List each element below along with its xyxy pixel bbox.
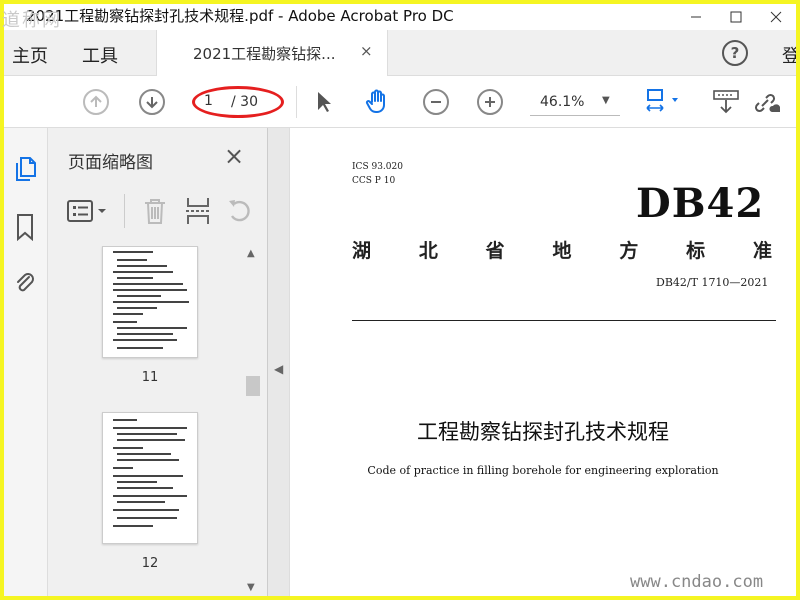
ccs-code: CCS P 10 — [352, 176, 396, 186]
document-title-chinese: 工程勘察钻探封孔技术规程 — [417, 420, 669, 444]
fit-page-icon — [646, 89, 678, 112]
thumbnail-page-11[interactable] — [102, 246, 198, 358]
help-icon: ? — [730, 44, 740, 62]
thumbnail-scrollbar[interactable]: ▲ ▼ — [244, 246, 262, 596]
heading-char: 省 — [485, 240, 505, 262]
left-navigation-rail — [4, 128, 48, 596]
close-window-button[interactable] — [756, 4, 796, 30]
acrobat-window: 2021工程勘察钻探封孔技术规程.pdf - Adobe Acrobat Pro… — [4, 4, 796, 596]
arrow-up-icon — [83, 89, 109, 115]
panel-collapse-handle[interactable]: ◀ — [268, 128, 290, 596]
document-tab-label: 2021工程勘察钻探... — [193, 45, 336, 63]
tools-divider — [124, 194, 125, 228]
title-bar: 2021工程勘察钻探封孔技术规程.pdf - Adobe Acrobat Pro… — [4, 4, 796, 30]
select-tool-button[interactable] — [310, 88, 338, 116]
thumbnail-page-12[interactable] — [102, 412, 198, 544]
heading-char: 湖 — [352, 240, 372, 262]
menu-home[interactable]: 主页 — [12, 42, 48, 68]
standard-number: DB42/T 1710—2021 — [656, 276, 769, 289]
scroll-down-icon[interactable]: ▼ — [247, 582, 255, 593]
bookmark-icon — [17, 214, 33, 241]
panel-title: 页面缩略图 — [68, 153, 153, 173]
maximize-button[interactable] — [716, 4, 756, 30]
menu-bar: 主页 工具 2021工程勘察钻探... × ? 登 — [4, 30, 796, 76]
thumbnails-panel: 页面缩略图 × 11 12 ▲ ▼ — [48, 128, 268, 596]
extract-page-button[interactable] — [184, 196, 212, 226]
zoom-value: 46.1% — [540, 94, 585, 110]
rotate-page-button[interactable] — [226, 196, 254, 226]
maximize-icon — [730, 11, 742, 23]
hand-icon — [365, 89, 385, 113]
document-tab[interactable]: 2021工程勘察钻探... × — [156, 30, 388, 76]
zoom-in-button[interactable] — [476, 88, 504, 116]
paperclip-icon — [17, 273, 34, 292]
thumbnail-label: 11 — [141, 370, 159, 385]
chevron-down-icon: ▼ — [602, 95, 610, 106]
pages-icon — [16, 157, 36, 181]
cursor-arrow-icon — [318, 92, 331, 112]
bookmarks-button[interactable] — [10, 212, 40, 242]
thumbnail-list: 11 12 — [48, 246, 266, 596]
zoom-dropdown[interactable]: 46.1% ▼ — [530, 90, 620, 116]
help-button[interactable]: ? — [722, 40, 748, 66]
zoom-out-button[interactable] — [422, 88, 450, 116]
minus-icon — [423, 89, 449, 115]
minimize-icon — [691, 16, 701, 18]
scroll-up-icon[interactable]: ▲ — [247, 248, 255, 259]
page-thumbnails-button[interactable] — [10, 154, 40, 184]
next-page-button[interactable] — [138, 88, 166, 116]
list-options-icon — [67, 200, 106, 222]
heading-char: 地 — [552, 240, 572, 262]
annotation-circle — [192, 86, 284, 118]
db-code: DB42 — [636, 180, 765, 227]
scroll-mode-button[interactable] — [712, 88, 740, 116]
heading-char: 北 — [418, 240, 438, 262]
tab-close-button[interactable]: × — [360, 42, 373, 60]
page-fit-button[interactable] — [644, 88, 684, 116]
document-title-english: Code of practice in filling borehole for… — [367, 464, 719, 477]
panel-close-button[interactable]: × — [224, 142, 244, 170]
header-rule — [352, 320, 776, 321]
menu-tools[interactable]: 工具 — [82, 42, 118, 68]
page-extract-icon — [186, 198, 210, 224]
thumbnail-tools — [48, 188, 268, 234]
options-menu-button[interactable] — [66, 196, 112, 226]
toolbar: / 30 46.1% ▼ — [4, 76, 796, 128]
share-link-button[interactable] — [752, 88, 780, 116]
watermark-bottom-right: www.cndao.com — [630, 572, 764, 592]
thumbnail-label: 12 — [141, 556, 159, 571]
hand-tool-button[interactable] — [364, 88, 392, 116]
attachments-button[interactable] — [10, 268, 40, 298]
ics-code: ICS 93.020 — [352, 162, 403, 172]
trash-icon — [145, 199, 165, 224]
window-title: 2021工程勘察钻探封孔技术规程.pdf - Adobe Acrobat Pro… — [26, 7, 454, 25]
arrow-down-icon — [139, 89, 165, 115]
region-standard-heading: 湖 北 省 地 方 标 准 — [352, 236, 772, 263]
link-cloud-icon — [754, 93, 780, 113]
scrollbar-thumb[interactable] — [246, 376, 260, 396]
watermark-top-left: 道称网 — [2, 10, 62, 31]
delete-page-button[interactable] — [142, 196, 168, 226]
heading-char: 方 — [619, 240, 639, 262]
heading-char: 准 — [752, 240, 772, 262]
close-icon — [770, 11, 782, 23]
previous-page-button[interactable] — [82, 88, 110, 116]
plus-icon — [477, 89, 503, 115]
minimize-button[interactable] — [676, 4, 716, 30]
scroll-mode-icon — [713, 90, 739, 114]
chevron-left-icon: ◀ — [274, 362, 284, 376]
sign-in-link[interactable]: 登 — [782, 42, 796, 68]
toolbar-divider — [296, 86, 297, 118]
heading-char: 标 — [686, 240, 706, 262]
rotate-icon — [229, 200, 250, 222]
document-page: ICS 93.020 CCS P 10 DB42 湖 北 省 地 方 标 准 D… — [290, 128, 796, 596]
